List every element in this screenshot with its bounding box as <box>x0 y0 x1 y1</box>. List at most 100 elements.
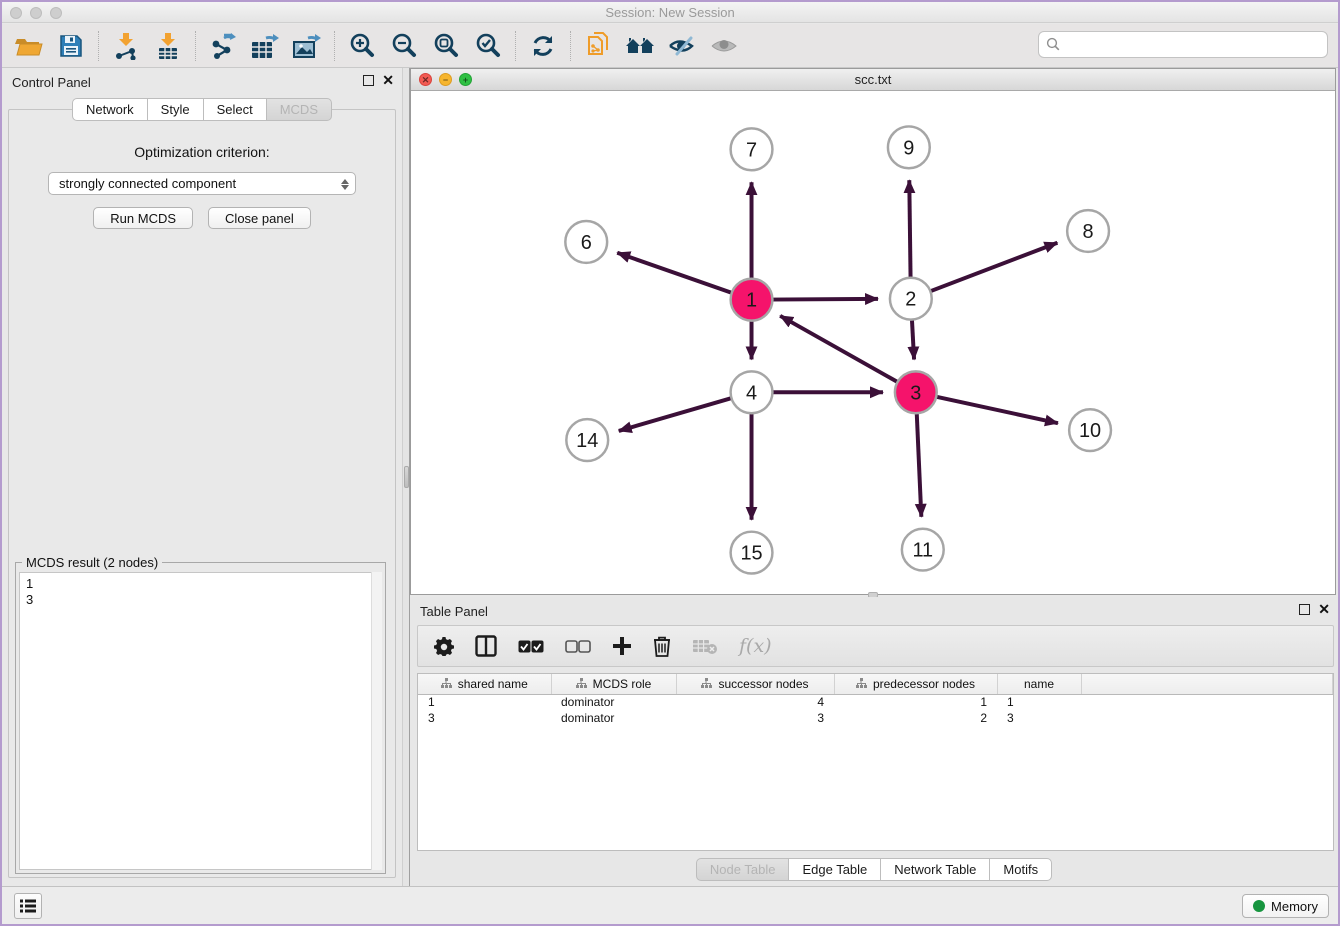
column-mapping-icon <box>441 678 452 689</box>
dropdown-stepper-icon <box>340 176 349 192</box>
edge-2-to-3[interactable] <box>912 318 914 360</box>
graph-node-9[interactable]: 9 <box>888 126 930 168</box>
tab-style[interactable]: Style <box>147 98 204 121</box>
zoom-out-icon[interactable] <box>387 30 421 62</box>
node-table[interactable]: shared nameMCDS rolesuccessor nodesprede… <box>417 673 1334 851</box>
network-canvas[interactable]: 7 9 6 8 1 2 4 3 14 10 15 11 <box>411 92 1335 594</box>
mcds-result-text[interactable]: 1 3 <box>19 572 382 870</box>
node-label: 2 <box>905 289 916 311</box>
open-file-icon[interactable] <box>12 30 46 62</box>
edge-3-to-10[interactable] <box>934 396 1058 423</box>
edge-2-to-8[interactable] <box>929 243 1058 292</box>
table-cell[interactable]: 1 <box>834 694 997 710</box>
graph-node-11[interactable]: 11 <box>902 529 944 571</box>
mcds-tab-content: Optimization criterion: strongly connect… <box>8 109 396 878</box>
search-box <box>1038 31 1328 58</box>
table-cell[interactable]: dominator <box>551 694 676 710</box>
show-all-icon[interactable] <box>707 30 741 62</box>
table-cell[interactable]: 1 <box>997 694 1081 710</box>
import-table-icon[interactable] <box>151 30 185 62</box>
task-history-button[interactable] <box>14 893 42 919</box>
table-cell[interactable]: 3 <box>997 710 1081 726</box>
network-graph[interactable]: 7 9 6 8 1 2 4 3 14 10 15 11 <box>411 92 1335 594</box>
optimization-criterion-label: Optimization criterion: <box>9 144 395 160</box>
edge-3-to-11[interactable] <box>917 411 922 517</box>
tab-edge-table[interactable]: Edge Table <box>788 858 881 881</box>
edge-2-to-9[interactable] <box>909 180 910 280</box>
graph-node-4[interactable]: 4 <box>731 371 773 413</box>
tab-mcds[interactable]: MCDS <box>266 98 332 121</box>
export-network-icon[interactable] <box>206 30 240 62</box>
result-scrollbar[interactable] <box>371 572 382 870</box>
table-cell[interactable]: dominator <box>551 710 676 726</box>
tab-node-table[interactable]: Node Table <box>696 858 790 881</box>
apply-layout-icon[interactable] <box>526 30 560 62</box>
close-panel-button[interactable]: Close panel <box>208 207 311 229</box>
close-panel-icon[interactable]: ✕ <box>382 75 394 86</box>
table-options-gear-icon[interactable] <box>434 636 454 656</box>
status-bar: Memory <box>2 886 1338 924</box>
column-header-shared-name[interactable]: shared name <box>418 674 551 694</box>
tab-motifs[interactable]: Motifs <box>989 858 1052 881</box>
graph-node-3[interactable]: 3 <box>895 371 937 413</box>
graph-node-10[interactable]: 10 <box>1069 409 1111 451</box>
export-image-icon[interactable] <box>290 30 324 62</box>
edge-4-to-14[interactable] <box>619 398 734 431</box>
edge-1-to-2[interactable] <box>770 299 878 300</box>
unselect-all-checkboxes-icon[interactable] <box>565 640 591 653</box>
float-panel-icon[interactable] <box>363 75 374 86</box>
graph-node-15[interactable]: 15 <box>731 532 773 574</box>
search-input[interactable] <box>1038 31 1328 58</box>
import-network-icon[interactable] <box>109 30 143 62</box>
zoom-in-icon[interactable] <box>345 30 379 62</box>
node-label: 10 <box>1079 420 1101 442</box>
network-window-titlebar[interactable]: ✕ − + scc.txt <box>411 69 1335 91</box>
table-cell[interactable]: 2 <box>834 710 997 726</box>
delete-table-icon[interactable] <box>692 637 718 655</box>
graph-node-7[interactable]: 7 <box>731 128 773 170</box>
hide-selected-icon[interactable] <box>665 30 699 62</box>
column-mapping-icon <box>701 678 712 689</box>
float-table-panel-icon[interactable] <box>1299 604 1310 615</box>
run-mcds-button[interactable]: Run MCDS <box>93 207 193 229</box>
memory-button[interactable]: Memory <box>1242 894 1329 918</box>
column-header-successor-nodes[interactable]: successor nodes <box>676 674 834 694</box>
table-cell[interactable]: 3 <box>418 710 551 726</box>
add-column-icon[interactable] <box>612 636 632 656</box>
table-cell[interactable]: 4 <box>676 694 834 710</box>
table-panel: Table Panel ✕ <box>410 597 1338 886</box>
tab-network-table[interactable]: Network Table <box>880 858 990 881</box>
table-cell[interactable]: 1 <box>418 694 551 710</box>
column-header-MCDS-role[interactable]: MCDS role <box>551 674 676 694</box>
tab-select[interactable]: Select <box>203 98 267 121</box>
graph-node-6[interactable]: 6 <box>565 221 607 263</box>
column-header-predecessor-nodes[interactable]: predecessor nodes <box>834 674 997 694</box>
zoom-fit-icon[interactable] <box>429 30 463 62</box>
delete-column-icon[interactable] <box>653 635 671 657</box>
splitter-grip[interactable] <box>404 466 409 488</box>
show-columns-icon[interactable] <box>475 635 497 657</box>
new-network-from-selection-icon[interactable] <box>581 30 615 62</box>
graph-node-14[interactable]: 14 <box>566 419 608 461</box>
column-header-name[interactable]: name <box>997 674 1081 694</box>
export-table-icon[interactable] <box>248 30 282 62</box>
edge-1-to-6[interactable] <box>617 253 733 294</box>
criterion-dropdown-value: strongly connected component <box>59 176 236 191</box>
tab-network[interactable]: Network <box>72 98 148 121</box>
graph-node-1[interactable]: 1 <box>731 279 773 321</box>
zoom-selected-icon[interactable] <box>471 30 505 62</box>
edge-3-to-1[interactable] <box>780 316 899 383</box>
table-toolbar: f(x) <box>417 625 1334 667</box>
select-all-checkboxes-icon[interactable] <box>518 640 544 653</box>
close-table-panel-icon[interactable]: ✕ <box>1318 604 1330 615</box>
vertical-splitter[interactable] <box>402 68 410 886</box>
criterion-dropdown[interactable]: strongly connected component <box>48 172 356 195</box>
first-neighbors-icon[interactable] <box>623 30 657 62</box>
graph-node-2[interactable]: 2 <box>890 278 932 320</box>
control-panel: Control Panel ✕ Optimization criterion: … <box>2 68 402 886</box>
table-cell[interactable]: 3 <box>676 710 834 726</box>
table-row[interactable]: 1dominator411 <box>418 694 1333 710</box>
table-row[interactable]: 3dominator323 <box>418 710 1333 726</box>
save-session-icon[interactable] <box>54 30 88 62</box>
graph-node-8[interactable]: 8 <box>1067 210 1109 252</box>
